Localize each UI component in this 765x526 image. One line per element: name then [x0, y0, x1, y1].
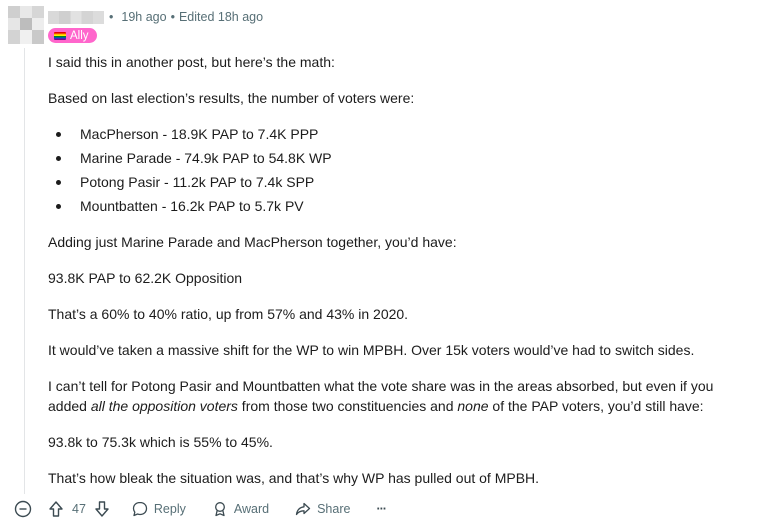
vote-score: 47: [72, 502, 86, 516]
text-span: of the PAP voters, you’d still have:: [488, 398, 704, 414]
reply-label: Reply: [153, 502, 186, 516]
comment-actions: 47 Reply Award Share ···: [14, 498, 387, 520]
arrow-down-icon[interactable]: [94, 500, 110, 518]
thread-line[interactable]: [24, 48, 25, 494]
paragraph: 93.8K PAP to 62.2K Opposition: [48, 270, 243, 286]
share-arrow-icon: [295, 501, 311, 517]
award-button[interactable]: Award: [212, 501, 269, 517]
list-item: Mountbatten - 16.2k PAP to 5.7k PV: [56, 198, 304, 214]
reply-button[interactable]: Reply: [132, 501, 186, 517]
meta-dot: •: [109, 10, 114, 24]
text-span: from those two constituencies and: [237, 398, 458, 414]
comment-time: 19h ago: [121, 10, 167, 24]
award-label: Award: [233, 502, 270, 516]
emphasis-text: none: [457, 398, 489, 414]
paragraph: 93.8k to 75.3k which is 55% to 45%.: [48, 434, 273, 450]
text-span: added: [48, 398, 91, 414]
comment-meta: • 19h ago • Edited 18h ago: [48, 8, 263, 26]
username-redacted[interactable]: [48, 10, 104, 24]
share-button[interactable]: Share: [295, 501, 350, 517]
meta-dot: •: [170, 10, 175, 24]
list-item: Potong Pasir - 11.2k PAP to 7.4k SPP: [55, 174, 315, 190]
minus-circle-icon[interactable]: [14, 500, 32, 518]
avatar[interactable]: [8, 6, 44, 44]
speech-bubble-icon: [132, 501, 148, 517]
rainbow-flag-icon: [54, 31, 66, 40]
paragraph: Based on last election’s results, the nu…: [48, 90, 415, 106]
paragraph: That’s how bleak the situation was, and …: [48, 470, 540, 486]
list-item: Marine Parade - 74.9k PAP to 54.8K WP: [56, 150, 332, 166]
share-label: Share: [317, 502, 351, 516]
emphasis-text: all the opposition voters: [90, 398, 238, 414]
paragraph: I said this in another post, but here’s …: [48, 54, 335, 70]
arrow-up-icon[interactable]: [48, 500, 64, 518]
paragraph: I can’t tell for Potong Pasir and Mountb…: [48, 378, 714, 394]
ellipsis-icon: ···: [376, 502, 386, 516]
paragraph: added all the opposition voters from tho…: [48, 396, 704, 416]
more-options-button[interactable]: ···: [376, 502, 386, 516]
list-item: MacPherson - 18.9K PAP to 7.4K PPP: [55, 126, 319, 142]
paragraph: Adding just Marine Parade and MacPherson…: [48, 234, 457, 250]
paragraph: It would’ve taken a massive shift for th…: [48, 342, 695, 358]
flair-text: Ally: [70, 29, 89, 42]
comment-edited: Edited 18h ago: [178, 10, 264, 24]
paragraph: That’s a 60% to 40% ratio, up from 57% a…: [48, 306, 409, 322]
user-flair: Ally: [48, 28, 97, 43]
award-ribbon-icon: [212, 501, 228, 517]
